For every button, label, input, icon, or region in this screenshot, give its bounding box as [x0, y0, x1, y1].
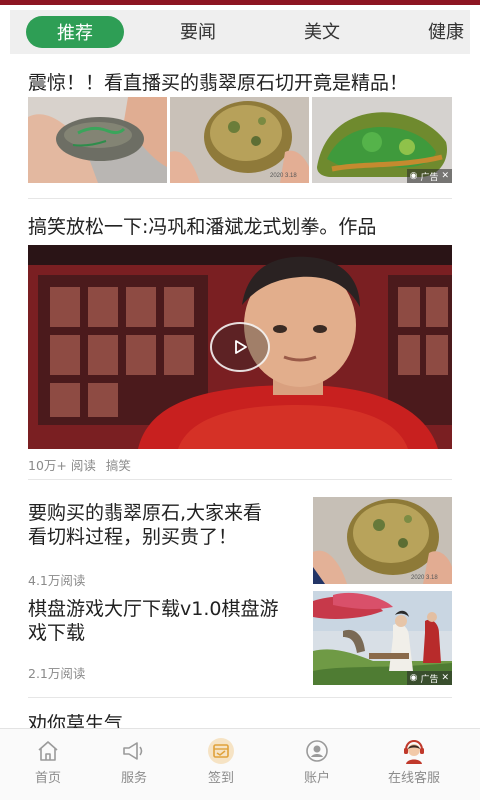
tab-articles[interactable]: 美文 [304, 18, 340, 44]
nav-customer-service-label: 在线客服 [387, 771, 440, 786]
feed-item-4-title-line1[interactable]: 棋盘游戏大厅下载v1.0棋盘游 [28, 594, 278, 621]
nav-service-label: 服务 [120, 771, 147, 786]
customer-service-icon [399, 737, 429, 765]
ad-label: ◉ 广告 ✕ [406, 671, 452, 685]
tab-recommend[interactable]: 推荐 [26, 16, 124, 48]
calendar-check-icon [206, 737, 236, 765]
feed-item-3-views: 4.1万阅读 [28, 573, 86, 588]
bottom-nav: 首页 服务 签到 账户 在线客服 [0, 728, 480, 800]
close-icon[interactable]: ✕ [441, 171, 449, 181]
category-tag: 搞笑 [105, 458, 131, 473]
user-icon [302, 737, 332, 765]
divider [28, 198, 452, 199]
play-button[interactable] [210, 322, 270, 372]
nav-account-label: 账户 [303, 771, 330, 786]
play-icon [235, 340, 247, 354]
tab-news[interactable]: 要闻 [180, 18, 216, 44]
feed-item-1-image-1[interactable] [28, 97, 167, 183]
divider [28, 479, 452, 480]
nav-checkin[interactable]: 签到 [173, 737, 269, 786]
nav-home[interactable]: 首页 [0, 737, 96, 786]
feed-item-2-meta: 10万+ 阅读 搞笑 [28, 455, 131, 474]
feed-item-1-title[interactable]: 震惊！！看直播买的翡翠原石切开竟是精品！ [28, 68, 408, 95]
tab-health[interactable]: 健康 [428, 18, 464, 44]
home-icon [33, 737, 63, 765]
ad-eye-icon: ◉ [409, 171, 418, 181]
nav-account[interactable]: 账户 [269, 737, 365, 786]
nav-service[interactable]: 服务 [86, 737, 182, 786]
feed-item-4-title-line2[interactable]: 戏下载 [28, 618, 85, 645]
feed-item-4-views: 2.1万阅读 [28, 666, 86, 681]
nav-customer-service[interactable]: 在线客服 [366, 737, 462, 786]
top-strip [0, 0, 480, 5]
category-tabs: 推荐 要闻 美文 健康 [10, 10, 470, 54]
feed-item-4-image[interactable]: ◉ 广告 ✕ [313, 591, 452, 685]
feed-item-3-title-line1[interactable]: 要购买的翡翠原石,大家来看 [28, 498, 262, 525]
view-count: 10万+ 阅读 [28, 458, 96, 473]
ad-eye-icon: ◉ [409, 673, 418, 683]
svg-text:2020 3.18: 2020 3.18 [270, 173, 297, 179]
feed-item-3-image[interactable]: 2020 3.18 [313, 497, 452, 584]
feed-item-1-image-2[interactable]: 2020 3.18 [170, 97, 309, 183]
ad-label: ◉ 广告 ✕ [406, 169, 452, 183]
feed-item-3-title-line2[interactable]: 看切料过程，别买贵了！ [28, 522, 237, 549]
feed-item-1-image-3[interactable]: ◉ 广告 ✕ [312, 97, 452, 183]
nav-home-label: 首页 [34, 771, 61, 786]
close-icon[interactable]: ✕ [441, 673, 449, 683]
megaphone-icon [119, 737, 149, 765]
svg-text:2020 3.18: 2020 3.18 [411, 575, 438, 581]
feed-item-2-title[interactable]: 搞笑放松一下:冯巩和潘斌龙式划拳。作品 [28, 212, 376, 239]
nav-checkin-label: 签到 [207, 771, 234, 786]
divider [28, 697, 452, 698]
